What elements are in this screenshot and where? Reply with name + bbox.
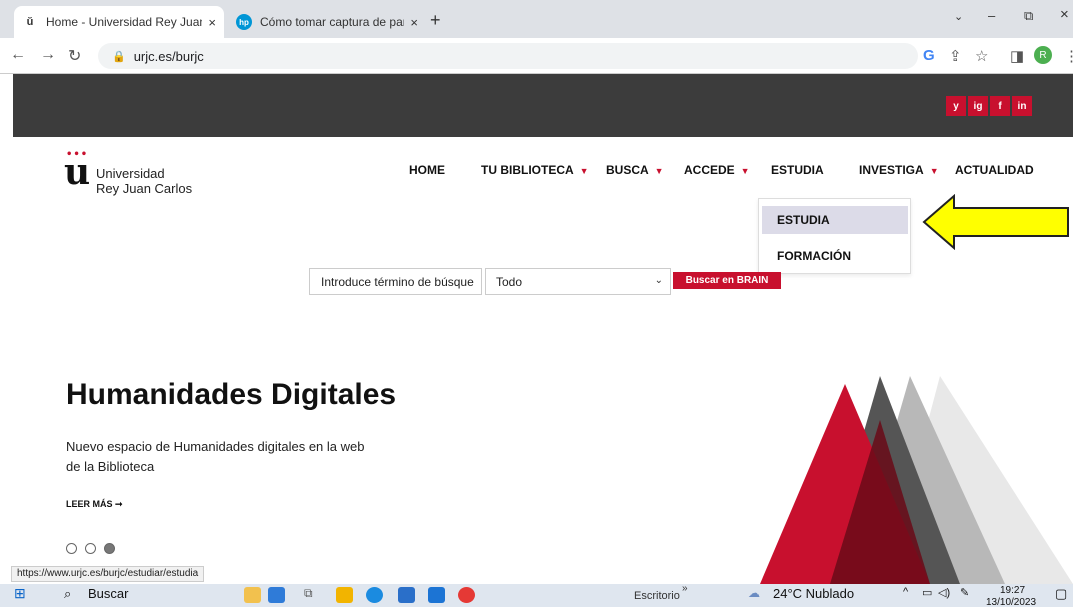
linkedin-icon[interactable]: in	[1012, 96, 1032, 116]
search-scope-select[interactable]: Todo ⌄	[485, 268, 671, 295]
taskbar-search-label[interactable]: Buscar	[88, 586, 128, 601]
nav-tu-biblioteca[interactable]: TU BIBLIOTECA ▼	[481, 163, 589, 177]
caret-down-icon: ▼	[579, 166, 589, 176]
chevron-down-icon: ⌄	[654, 275, 663, 286]
browser-menu-icon[interactable]: ⋮	[1064, 47, 1073, 65]
url-text: urjc.es/burjc	[133, 48, 204, 64]
volume-icon[interactable]: ◁)	[938, 586, 950, 599]
bookmark-star-icon[interactable]: ☆	[975, 47, 988, 65]
file-explorer-icon[interactable]	[336, 587, 353, 603]
nav-busca[interactable]: BUSCA ▼	[606, 163, 664, 177]
side-panel-icon[interactable]: ◨	[1010, 47, 1024, 65]
profile-avatar[interactable]: R	[1034, 46, 1052, 64]
hero-title: Humanidades Digitales	[66, 378, 397, 411]
notifications-icon[interactable]: ▢	[1055, 586, 1067, 602]
search-input[interactable]: Introduce término de búsque	[309, 268, 482, 295]
logo-line1: Universidad	[96, 166, 165, 181]
tab-close-icon[interactable]: ×	[410, 15, 418, 30]
store-icon[interactable]	[398, 587, 415, 603]
estudia-dropdown: ESTUDIA FORMACIÓN	[758, 198, 911, 274]
nav-estudia[interactable]: ESTUDIA	[771, 163, 824, 177]
caret-down-icon: ▼	[654, 166, 664, 176]
urjc-logo-mark: ••• u	[64, 149, 91, 193]
caret-down-icon: ▼	[929, 166, 939, 176]
restore-button[interactable]: ⧉	[1024, 8, 1033, 24]
expand-chevron-icon[interactable]: »	[682, 583, 688, 594]
windows-start-icon[interactable]: ⊞	[14, 585, 26, 602]
nav-actualidad[interactable]: ACTUALIDAD	[955, 163, 1034, 177]
cloud-icon: ☁	[748, 586, 760, 600]
task-view-icon[interactable]: ⧉	[304, 586, 313, 601]
url-bar[interactable]: 🔒 urjc.es/burjc	[98, 43, 918, 69]
decorative-triangles	[760, 376, 1073, 584]
new-tab-button[interactable]: +	[430, 10, 441, 31]
tab-title: Home - Universidad Rey Juan Ca	[46, 15, 202, 29]
notes-app-icon[interactable]	[244, 587, 261, 603]
dropdown-item-estudia[interactable]: ESTUDIA	[762, 206, 908, 234]
desktop-label[interactable]: Escritorio	[634, 590, 680, 602]
network-icon[interactable]: ▭	[922, 586, 932, 599]
select-value: Todo	[496, 274, 523, 289]
twitter-icon[interactable]: y	[946, 96, 966, 116]
weather-text[interactable]: 24°C Nublado	[773, 586, 854, 601]
status-url: https://www.urjc.es/burjc/estudiar/estud…	[11, 566, 205, 582]
chrome-icon[interactable]	[458, 587, 475, 603]
address-toolbar: ← → ↻ 🔒 urjc.es/burjc G ⇪ ☆ ◨ R ⋮	[0, 38, 1073, 74]
logo-text: Universidad Rey Juan Carlos	[96, 166, 192, 196]
facebook-icon[interactable]: f	[990, 96, 1010, 116]
read-more-link[interactable]: LEER MÁS ➞	[66, 499, 123, 510]
tab-close-icon[interactable]: ×	[208, 15, 216, 30]
logo-dots: •••	[66, 149, 89, 160]
clock-date[interactable]: 13/10/2023	[986, 597, 1036, 608]
slider-dot-3[interactable]	[104, 543, 115, 554]
browser-tab-bar: ŭ Home - Universidad Rey Juan Ca × hp Có…	[0, 0, 1073, 38]
clock-time[interactable]: 19:27	[1000, 585, 1025, 596]
google-lens-icon[interactable]: G	[923, 47, 935, 64]
hp-favicon-icon: hp	[236, 14, 252, 30]
dropdown-item-formacion[interactable]: FORMACIÓN	[762, 242, 908, 270]
hero-description: Nuevo espacio de Humanidades digitales e…	[66, 439, 365, 474]
logo-line2: Rey Juan Carlos	[96, 181, 193, 196]
yellow-pointer-arrow-icon	[922, 194, 1069, 250]
reload-icon[interactable]: ↻	[68, 46, 81, 66]
nav-home[interactable]: HOME	[409, 163, 445, 177]
lock-icon: 🔒	[112, 50, 126, 63]
tab-captura[interactable]: hp Cómo tomar captura de pantalla ×	[228, 6, 426, 38]
tab-title: Cómo tomar captura de pantalla	[260, 15, 404, 29]
site-top-band	[13, 74, 1073, 137]
tray-chevron-icon[interactable]: ^	[903, 586, 908, 598]
search-brain-button[interactable]: Buscar en BRAIN	[673, 272, 781, 289]
tab-home[interactable]: ŭ Home - Universidad Rey Juan Ca ×	[14, 6, 224, 38]
back-arrow-icon[interactable]: ←	[10, 46, 26, 64]
user-app-icon[interactable]	[268, 587, 285, 603]
slider-dot-1[interactable]	[66, 543, 77, 554]
urjc-favicon-icon: ŭ	[26, 16, 34, 28]
slider-dot-2[interactable]	[85, 543, 96, 554]
share-icon[interactable]: ⇪	[949, 47, 962, 65]
forward-arrow-icon[interactable]: →	[40, 46, 56, 64]
nav-investiga[interactable]: INVESTIGA ▼	[859, 163, 939, 177]
search-icon[interactable]: ⌕	[64, 586, 71, 602]
mail-icon[interactable]	[428, 587, 445, 603]
minimize-button[interactable]: –	[988, 8, 995, 23]
instagram-icon[interactable]: ig	[968, 96, 988, 116]
windows-taskbar	[0, 584, 1073, 607]
pen-icon[interactable]: ✎	[960, 586, 969, 599]
edge-icon[interactable]	[366, 587, 383, 603]
caret-down-icon: ▼	[740, 166, 750, 176]
urjc-logo[interactable]: ••• u Universidad Rey Juan Carlos	[64, 149, 192, 197]
close-window-button[interactable]: ×	[1060, 6, 1069, 23]
tab-search-chevron-icon[interactable]: ⌄	[954, 10, 963, 23]
nav-accede[interactable]: ACCEDE ▼	[684, 163, 750, 177]
